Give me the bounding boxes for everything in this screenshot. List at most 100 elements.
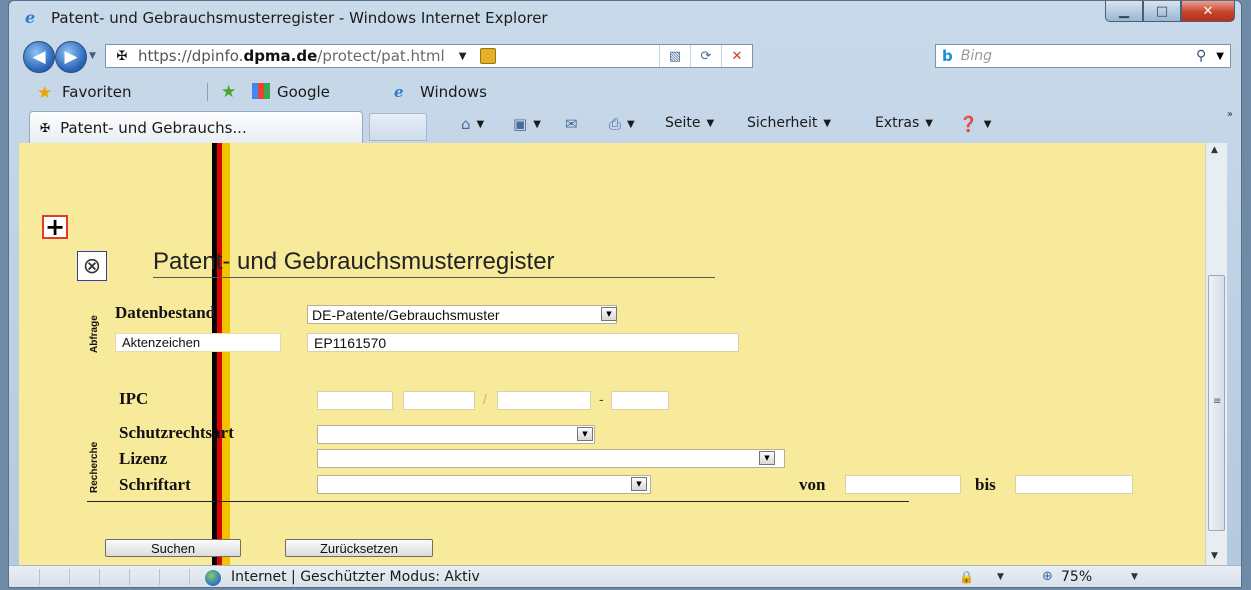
schriftart-label: Schriftart [119,475,191,494]
chevron-down-icon: ▼ [476,118,485,130]
minimize-button[interactable]: ▁ [1105,1,1143,22]
status-cell [69,569,100,585]
status-cell [99,569,130,585]
print-button[interactable]: ⎙ ▼ [609,115,635,133]
extras-menu[interactable]: Extras ▼ [875,115,933,131]
site-eagle-icon: ✠ [116,48,128,64]
aktenzeichen-label: Aktenzeichen [115,333,281,352]
search-submit-button[interactable]: Suchen [105,539,241,557]
tab-row: ✠ Patent- und Gebrauchs... ⌂ ▼ ▣ ▼ ✉ ⎙ ▼ Se… [9,107,1241,143]
chevron-down-icon[interactable]: ▼ [997,572,1004,582]
ie-icon: e [25,8,36,27]
browser-window: e Patent- und Gebrauchsmusterregister - … [8,0,1242,588]
address-row: ◀ ▶ ▼ ✠ https://dpinfo.dpma.de/protect/p… [9,35,1241,75]
help-icon: ❓ [959,115,978,133]
home-icon: ⌂ [461,115,471,133]
window-controls: ▁ □ ✕ [1105,1,1235,22]
address-tools: ▧ ⟳ ✕ [659,45,752,67]
ipc-class-input[interactable] [317,391,393,410]
compat-view-icon[interactable]: ▧ [659,45,690,67]
favorites-bar: ★ Favoriten ★ Google e Windows [9,77,1241,107]
favorites-button[interactable]: Favoriten [62,83,131,101]
section-label-abfrage: Abfrage [89,315,100,353]
ipc-group-input[interactable] [497,391,591,410]
title-underline [153,277,715,278]
page-title: Patent- und Gebrauchsmusterregister [153,248,555,275]
lizenz-dropdown-icon[interactable]: ▼ [759,451,775,465]
form-divider [87,501,909,502]
page-content: + ⊗ Patent- und Gebrauchsmusterregister … [19,143,1205,565]
zoom-level[interactable]: 75% [1061,569,1092,585]
lizenz-label: Lizenz [119,449,168,468]
title-bar[interactable]: e Patent- und Gebrauchsmusterregister - … [9,1,1241,35]
maximize-button[interactable]: □ [1143,1,1181,22]
maximize-icon: □ [1155,3,1169,19]
recent-pages-dropdown[interactable]: ▼ [89,51,96,61]
vertical-scrollbar[interactable]: ▲ ≡ ▼ [1205,143,1227,565]
home-button[interactable]: ⌂ ▼ [461,115,484,133]
schriftart-select[interactable] [317,475,651,494]
close-button[interactable]: ✕ [1181,1,1235,22]
search-icon[interactable]: ⚲ [1196,48,1206,64]
security-zone-text[interactable]: Internet | Geschützter Modus: Aktiv [231,569,480,585]
chevron-down-icon: ▼ [533,118,541,130]
zoom-dropdown-icon[interactable]: ▼ [1131,572,1138,582]
ipc-subclass-input[interactable] [403,391,475,410]
von-input[interactable] [845,475,961,494]
mail-button[interactable]: ✉ [565,115,578,133]
tab-patent[interactable]: ✠ Patent- und Gebrauchs... [29,111,363,143]
bis-input[interactable] [1015,475,1133,494]
bing-logo-icon: b [942,47,953,65]
scroll-thumb[interactable]: ≡ [1208,275,1225,531]
lizenz-select[interactable] [317,449,785,468]
plus-icon[interactable]: + [42,215,68,239]
schriftart-dropdown-icon[interactable]: ▼ [631,477,647,491]
favorite-windows[interactable]: Windows [420,83,487,101]
address-dropdown-icon[interactable]: ▼ [459,51,467,62]
extras-menu-label: Extras [875,115,920,131]
address-bar[interactable]: ✠ https://dpinfo.dpma.de/protect/pat.htm… [105,44,753,68]
zoom-icon[interactable]: ⊕ [1042,569,1053,584]
datenbestand-value: DE-Patente/Gebrauchsmuster [312,307,500,323]
bis-label: bis [975,475,996,494]
search-options-icon[interactable]: ▼ [1216,51,1224,62]
status-bar: Internet | Geschützter Modus: Aktiv 🔒 ▼ … [9,565,1241,587]
print-icon: ⎙ [609,115,622,133]
reset-button[interactable]: Zurücksetzen [285,539,433,557]
back-button[interactable]: ◀ [23,41,55,73]
url-domain: dpma.de [243,47,318,65]
datenbestand-select[interactable]: DE-Patente/Gebrauchsmuster [307,305,617,324]
stop-icon[interactable]: ✕ [721,45,752,67]
schutzrechtsart-label: Schutzrechtsart [119,423,234,442]
status-cell [159,569,190,585]
scroll-up-icon[interactable]: ▲ [1211,145,1218,155]
schutzrechtsart-select[interactable] [317,425,595,444]
page-menu[interactable]: Seite ▼ [665,115,714,131]
datenbestand-dropdown-icon[interactable]: ▼ [601,307,617,321]
more-commands-icon[interactable]: » [1227,109,1233,120]
favorite-google[interactable]: Google [277,83,330,101]
help-button[interactable]: ❓ ▼ [959,115,991,133]
forward-button[interactable]: ▶ [55,41,87,73]
feeds-button[interactable]: ▣ ▼ [513,115,541,133]
new-tab-button[interactable] [369,113,427,141]
lock-icon[interactable] [480,48,497,64]
add-favorite-icon[interactable]: ★ [221,82,236,102]
chevron-down-icon: ▼ [823,117,832,129]
refresh-icon[interactable]: ⟳ [690,45,721,67]
aktenzeichen-input[interactable]: EP1161570 [307,333,739,352]
scroll-down-icon[interactable]: ▼ [1211,551,1218,561]
wheel-icon[interactable]: ⊗ [77,251,107,281]
favorites-star-icon[interactable]: ★ [37,83,52,103]
url-text[interactable]: https://dpinfo.dpma.de/protect/pat.html [138,47,445,65]
rss-icon: ▣ [513,115,528,133]
ipc-subgroup-input[interactable] [611,391,669,410]
security-menu[interactable]: Sicherheit ▼ [747,115,831,131]
protected-mode-icon[interactable]: 🔒 [959,570,974,584]
schutzrechtsart-dropdown-icon[interactable]: ▼ [577,427,593,441]
minimize-icon: ▁ [1119,3,1129,19]
search-box[interactable]: b Bing ⚲ ▼ [935,44,1231,68]
status-cell [129,569,160,585]
security-menu-label: Sicherheit [747,115,818,131]
status-cell [9,569,40,585]
